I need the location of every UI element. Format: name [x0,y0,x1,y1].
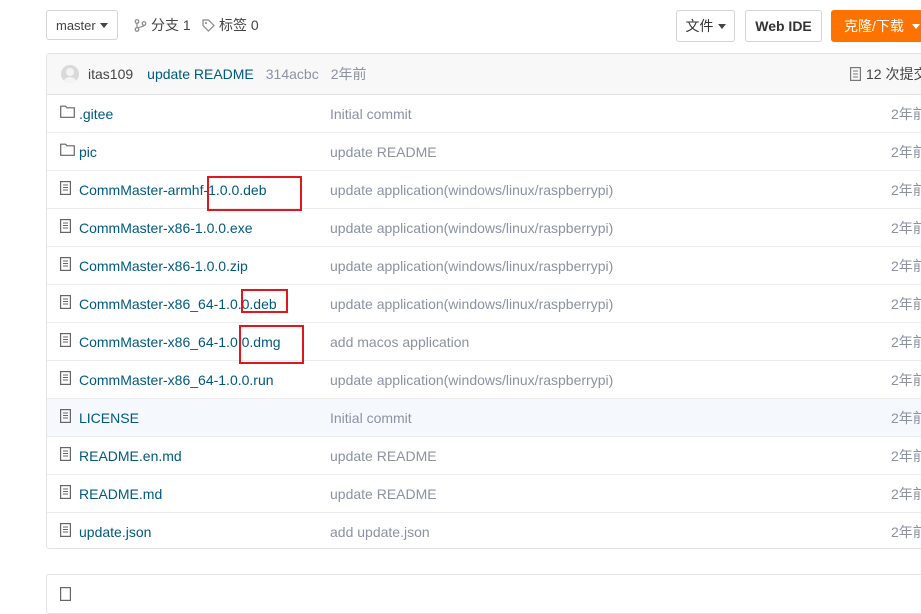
file-commit-time: 2年前 [891,105,921,122]
commit-author[interactable]: itas109 [88,66,133,82]
table-row[interactable]: CommMaster-armhf-1.0.0.deb update applica… [47,171,921,209]
table-row[interactable]: .gitee Initial commit 2年前 [47,95,921,133]
file-commit-time: 2年前 [891,447,921,464]
file-table: .gitee Initial commit 2年前 pic update README 2… [47,95,921,550]
file-icon [60,409,72,426]
file-commit-message[interactable]: Initial commit [330,106,412,122]
commits-link[interactable]: 12 次提交 [850,54,921,94]
files-button-label: 文件 [685,18,714,34]
table-row[interactable]: CommMaster-x86-1.0.0.exe update applicati… [47,209,921,247]
table-row[interactable]: CommMaster-x86_64-1.0.0.dmg add macos app… [47,323,921,361]
file-commit-time: 2年前 [891,333,921,350]
folder-icon [60,105,75,121]
table-row[interactable]: pic update README 2年前 [47,133,921,171]
web-ide-button[interactable]: Web IDE [745,10,822,42]
branches-label: 分支 1 [151,17,191,33]
file-name-link[interactable]: pic [79,144,97,160]
readme-panel [46,574,921,614]
chevron-down-icon [99,22,108,28]
branches-link[interactable]: 分支 1 [134,10,191,40]
file-icon [60,295,72,312]
file-commit-time: 2年前 [891,181,921,198]
latest-commit-bar: itas109 update README 314acbc 2年前 12 次提交 [47,54,921,95]
file-name-link[interactable]: LICENSE [79,410,139,426]
branch-icon [134,18,147,32]
table-row[interactable]: CommMaster-x86_64-1.0.0.run update applic… [47,361,921,399]
file-commit-time: 2年前 [891,409,921,426]
file-commit-message[interactable]: update application(windows/linux/raspber… [330,220,613,236]
file-commit-message[interactable]: add macos application [330,334,469,350]
commits-icon [850,67,861,81]
file-commit-message[interactable]: Initial commit [330,410,412,426]
file-commit-message[interactable]: update application(windows/linux/raspber… [330,182,613,198]
file-commit-message[interactable]: update README [330,448,437,464]
file-commit-time: 2年前 [891,523,921,540]
chevron-down-icon [911,23,920,29]
file-icon [60,333,72,350]
file-commit-message[interactable]: update application(windows/linux/raspber… [330,258,613,274]
file-name-link[interactable]: README.md [79,486,162,502]
chevron-down-icon [717,23,726,29]
table-row[interactable]: CommMaster-x86-1.0.0.zip update applicati… [47,247,921,285]
file-name-link[interactable]: CommMaster-x86-1.0.0.exe [79,220,253,236]
file-commit-message[interactable]: update README [330,144,437,160]
file-icon [60,523,72,540]
table-row[interactable]: LICENSE Initial commit 2年前 [47,399,921,437]
table-row[interactable]: README.md update README 2年前 [47,475,921,513]
file-commit-message[interactable]: update application(windows/linux/raspber… [330,372,613,388]
file-commit-time: 2年前 [891,257,921,274]
highlight-box [241,289,288,313]
branch-name: master [56,17,96,33]
file-icon [60,257,72,274]
file-icon [60,447,72,464]
file-list-panel: itas109 update README 314acbc 2年前 12 次提交… [46,53,921,549]
file-name-link[interactable]: CommMaster-x86_64-1.0.0.run [79,372,274,388]
file-commit-time: 2年前 [891,371,921,388]
file-name-link[interactable]: .gitee [79,106,113,122]
table-row[interactable]: README.en.md update README 2年前 [47,437,921,475]
clone-download-button[interactable]: 克隆/下载 [831,10,921,42]
table-row[interactable]: CommMaster-x86_64-1.0.0.deb update applic… [47,285,921,323]
file-icon [60,219,72,236]
readme-icon [60,587,71,601]
tags-label: 标签 0 [219,17,259,33]
commit-time: 2年前 [330,66,367,82]
file-commit-message[interactable]: update application(windows/linux/raspber… [330,296,613,312]
file-commit-time: 2年前 [891,295,921,312]
highlight-box [207,176,302,211]
clone-download-label: 克隆/下载 [844,18,904,34]
commit-message[interactable]: update README [147,66,254,82]
file-icon [60,485,72,502]
tag-icon [202,18,215,32]
file-commit-time: 2年前 [891,485,921,502]
file-commit-time: 2年前 [891,219,921,236]
file-name-link[interactable]: CommMaster-x86-1.0.0.zip [79,258,248,274]
highlight-box [239,325,304,364]
file-icon [60,181,72,198]
folder-icon [60,143,75,159]
file-name-link[interactable]: update.json [79,524,151,540]
files-button[interactable]: 文件 [676,10,735,42]
file-commit-time: 2年前 [891,143,921,160]
tags-link[interactable]: 标签 0 [202,10,259,40]
file-commit-message[interactable]: add update.json [330,524,430,540]
commit-count: 12 次提交 [866,66,921,82]
table-row[interactable]: update.json add update.json 2年前 [47,513,921,550]
repo-toolbar: master 分支 1 标签 0 文件 Web IDE 克隆/下载 [46,10,921,42]
branch-select[interactable]: master [46,10,118,40]
avatar[interactable] [61,65,79,83]
file-commit-message[interactable]: update README [330,486,437,502]
commit-hash[interactable]: 314acbc [266,66,319,82]
file-name-link[interactable]: README.en.md [79,448,182,464]
file-icon [60,371,72,388]
web-ide-label: Web IDE [755,18,812,34]
